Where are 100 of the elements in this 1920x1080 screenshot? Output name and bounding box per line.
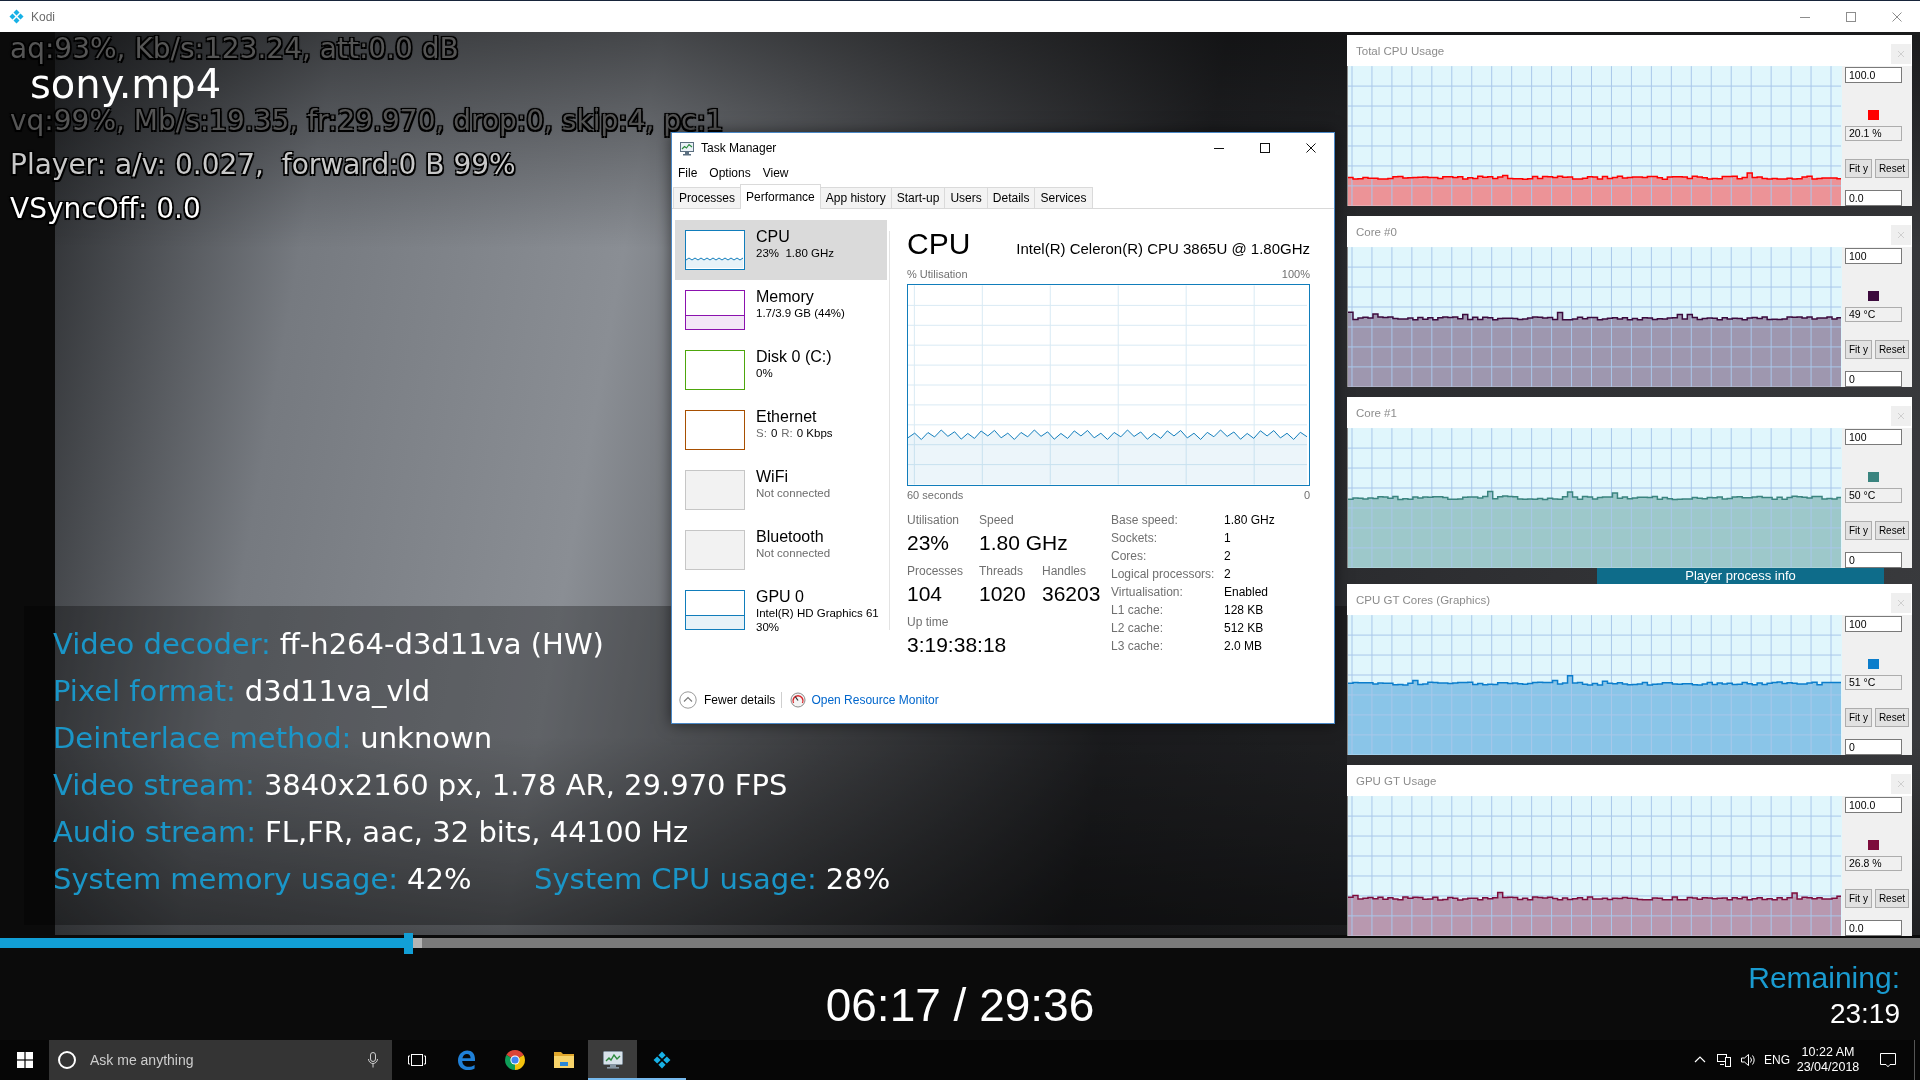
- spec-value: 512 KB: [1224, 619, 1264, 637]
- spec-label: Virtualisation:: [1111, 583, 1183, 601]
- playback-time: 06:17 / 29:36: [825, 982, 1095, 1028]
- stat-value: 23%: [907, 531, 950, 555]
- tab[interactable]: App history: [819, 187, 892, 208]
- search-field[interactable]: Ask me anything: [49, 1040, 392, 1080]
- spec-value: 2: [1224, 547, 1231, 565]
- min-value-field[interactable]: 0: [1845, 552, 1902, 568]
- fit-y-button[interactable]: Fit y: [1845, 340, 1872, 359]
- round-logo-icon[interactable]: [502, 1048, 527, 1072]
- spec-label: L3 cache:: [1111, 637, 1164, 655]
- axis-label: 0: [1303, 488, 1310, 502]
- speaker-icon[interactable]: [1740, 1052, 1756, 1068]
- clock-button[interactable]: 10:22 AM 23/04/2018: [1794, 1040, 1862, 1080]
- seek-bar[interactable]: [0, 933, 1920, 954]
- tab[interactable]: Performance: [740, 184, 821, 209]
- graph-title: CPU GT Cores (Graphics): [1356, 592, 1490, 607]
- reset-button[interactable]: Reset: [1874, 159, 1909, 178]
- spec-label: L1 cache:: [1111, 601, 1164, 619]
- fit-y-button[interactable]: Fit y: [1845, 159, 1872, 178]
- resource-name: Ethernet: [756, 407, 817, 426]
- clock-date: 23/04/2018: [1796, 1060, 1860, 1075]
- graph-title: Core #0: [1356, 224, 1397, 239]
- resource-detail: Not connected: [756, 546, 831, 560]
- maximize-icon: [1260, 143, 1270, 153]
- info-value: FL,FR, aac, 32 bits, 44100 Hz: [265, 814, 689, 850]
- resource-list-item[interactable]: GPU 0 Intel(R) HD Graphics 61 30%: [675, 580, 887, 640]
- spec-label: Base speed:: [1111, 511, 1178, 529]
- max-value-field[interactable]: 100.0: [1845, 797, 1902, 813]
- microphone-icon[interactable]: [368, 1052, 378, 1068]
- menu-item[interactable]: View: [756, 164, 795, 182]
- tab[interactable]: Services: [1034, 187, 1093, 208]
- reset-button[interactable]: Reset: [1874, 521, 1909, 540]
- fewer-details-button[interactable]: Fewer details: [679, 691, 776, 709]
- resource-name: Bluetooth: [756, 527, 824, 546]
- fit-y-button[interactable]: Fit y: [1845, 708, 1872, 727]
- info-label: Video stream:: [53, 767, 255, 803]
- taskbar-app-button[interactable]: [588, 1040, 637, 1080]
- info-label: System CPU usage:: [534, 861, 817, 897]
- resource-list-item[interactable]: Bluetooth Not connected: [675, 520, 887, 580]
- language-button[interactable]: ENG: [1760, 1040, 1794, 1080]
- info-value: 28%: [825, 861, 891, 897]
- tab[interactable]: Start-up: [890, 187, 946, 208]
- min-value-field[interactable]: 0: [1845, 739, 1902, 755]
- window-panes-icon[interactable]: [16, 1052, 33, 1068]
- resource-list-item[interactable]: Disk 0 (C:) 0%: [675, 340, 887, 400]
- min-value-field[interactable]: 0.0: [1845, 190, 1902, 206]
- stat-label: Threads: [979, 562, 1024, 579]
- rate-label: R:: [781, 426, 793, 440]
- current-value-field: 26.8 %: [1845, 856, 1902, 871]
- reset-button[interactable]: Reset: [1874, 889, 1909, 908]
- computer-icon[interactable]: [1716, 1052, 1732, 1068]
- window-title: Kodi: [31, 9, 56, 24]
- spec-value: 2: [1224, 565, 1231, 583]
- reset-button[interactable]: Reset: [1874, 708, 1909, 727]
- resource-list-item[interactable]: Memory 1.7/3.9 GB (44%): [675, 280, 887, 340]
- collapse-icon: [679, 691, 697, 709]
- speech-bubble-icon[interactable]: [1879, 1051, 1897, 1069]
- menu-item[interactable]: Options: [703, 164, 757, 182]
- resource-list-item[interactable]: CPU 23% 1.80 GHz: [675, 220, 887, 280]
- diamond-logo-icon[interactable]: [652, 1051, 671, 1069]
- spec-value: Enabled: [1224, 583, 1269, 601]
- graph-title: GPU GT Usage: [1356, 773, 1437, 788]
- stat-value: 3:19:38:18: [907, 633, 1007, 657]
- resource-list-item[interactable]: WiFi Not connected: [675, 460, 887, 520]
- monitor-graph-icon[interactable]: [600, 1048, 625, 1072]
- min-value-field[interactable]: 0: [1845, 371, 1902, 387]
- max-value-field[interactable]: 100: [1845, 616, 1902, 632]
- axis-label: 100%: [1281, 267, 1310, 281]
- video-stats-text: vq:99%, Mb/s:19.35, fr:29.970, drop:0, skip:4, pc:1: [10, 106, 724, 136]
- stat-value: 36203: [1042, 582, 1101, 606]
- app-logo-icon: [9, 9, 24, 24]
- max-value-field[interactable]: 100: [1845, 248, 1902, 264]
- resource-name: CPU: [756, 227, 790, 246]
- spec-value: 1: [1224, 529, 1231, 547]
- resource-name: GPU 0: [756, 587, 804, 606]
- resource-detail: Intel(R) HD Graphics 61: [756, 606, 879, 620]
- rate-value: 0: [770, 426, 778, 440]
- info-label: Video decoder:: [53, 626, 271, 662]
- seek-thumb[interactable]: [403, 933, 413, 954]
- spec-value: 128 KB: [1224, 601, 1264, 619]
- reset-button[interactable]: Reset: [1874, 340, 1909, 359]
- max-value-field[interactable]: 100.0: [1845, 67, 1902, 83]
- resource-list-item[interactable]: Ethernet S: 0 R: 0 Kbps: [675, 400, 887, 460]
- fit-y-button[interactable]: Fit y: [1845, 521, 1872, 540]
- fit-y-button[interactable]: Fit y: [1845, 889, 1872, 908]
- task-view-icon[interactable]: [407, 1052, 426, 1068]
- tab[interactable]: Details: [986, 187, 1036, 208]
- info-value: unknown: [360, 720, 493, 756]
- stat-label: Up time: [907, 613, 949, 630]
- search-ring-icon: [57, 1050, 77, 1070]
- close-icon: [1897, 230, 1905, 239]
- info-value: d3d11va_vld: [244, 673, 431, 709]
- tab[interactable]: Users: [944, 187, 988, 208]
- menu-item[interactable]: File: [672, 164, 704, 182]
- min-value-field[interactable]: 0.0: [1845, 920, 1902, 936]
- tab[interactable]: Processes: [673, 187, 742, 208]
- stat-label: Speed: [979, 511, 1014, 528]
- max-value-field[interactable]: 100: [1845, 429, 1902, 445]
- resource-monitor-link[interactable]: Open Resource Monitor: [790, 692, 939, 708]
